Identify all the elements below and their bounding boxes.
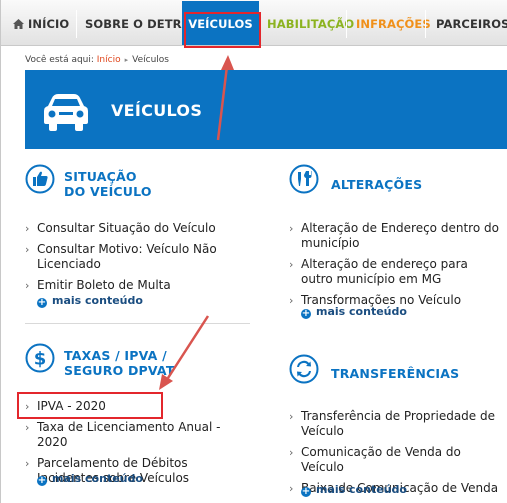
section-divider	[25, 323, 250, 324]
nav-divider	[76, 10, 77, 38]
chevron-right-icon: ›	[25, 222, 30, 235]
chevron-right-icon: ›	[289, 482, 294, 495]
section-title-taxas: TAXAS / IPVA / SEGURO DPVAT	[64, 348, 175, 378]
list-item[interactable]: › Emitir Boleto de Multa	[25, 278, 250, 293]
link-label: Transferência de Propriedade de Veículo	[301, 409, 495, 438]
breadcrumb-prefix: Você está aqui:	[25, 55, 94, 65]
section-title-transferencias: TRANSFERÊNCIAS	[331, 366, 460, 381]
section-title-alteracoes: ALTERAÇÕES	[331, 177, 423, 192]
link-label: Alteração de Endereço dentro do municípi…	[301, 221, 499, 250]
section-title-line: SITUAÇÃO	[64, 169, 137, 184]
more-content-link[interactable]: + mais conteúdo	[301, 483, 407, 497]
breadcrumb-current: Veículos	[132, 55, 169, 65]
section-title-line: DO VEÍCULO	[64, 184, 152, 199]
link-label: Emitir Boleto de Multa	[37, 278, 171, 292]
list-item[interactable]: › Alteração de Endereço dentro do municíp…	[289, 221, 499, 251]
more-label: mais conteúdo	[52, 294, 143, 307]
breadcrumb-home-link[interactable]: Início	[97, 55, 121, 65]
plus-icon: +	[37, 475, 47, 486]
nav-item-parceiros[interactable]: PARCEIROS CR	[436, 0, 507, 46]
highlight-box-ipva	[17, 392, 163, 419]
plus-icon: +	[37, 297, 47, 308]
section-title-line: TAXAS / IPVA /	[64, 348, 167, 363]
plus-icon: +	[301, 486, 311, 497]
nav-item-label: INÍCIO	[28, 17, 70, 31]
link-label: Alteração de endereço para outro municíp…	[301, 257, 468, 286]
svg-text:$: $	[34, 349, 47, 370]
situacao-links: › Consultar Situação do Veículo › Consulta…	[25, 221, 250, 299]
more-label: mais conteúdo	[316, 305, 407, 318]
list-item[interactable]: › Taxa de Licenciamento Anual - 2020	[25, 420, 250, 450]
chevron-right-icon: ›	[289, 258, 294, 271]
chevron-right-icon: ›	[25, 457, 30, 470]
chevron-right-icon: ›	[289, 222, 294, 235]
link-label: Consultar Situação do Veículo	[37, 221, 216, 235]
list-item[interactable]: › Alteração de endereço para outro municí…	[289, 257, 499, 287]
chevron-right-icon: ›	[25, 243, 30, 256]
more-label: mais conteúdo	[52, 472, 143, 485]
transfer-car-icon	[289, 354, 319, 388]
link-label: Comunicação de Venda do Veículo	[301, 445, 461, 474]
chevron-right-icon: ›	[289, 410, 294, 423]
nav-divider	[425, 10, 426, 38]
section-title-situacao: SITUAÇÃO DO VEÍCULO	[64, 169, 152, 199]
dollar-icon: $	[25, 343, 55, 377]
thumbs-up-car-icon	[25, 164, 55, 198]
chevron-right-icon: ›	[25, 279, 30, 292]
chevron-right-icon: ›	[289, 446, 294, 459]
link-label: Consultar Motivo: Veículo Não Licenciado	[37, 242, 217, 271]
more-content-link[interactable]: + mais conteúdo	[37, 294, 143, 308]
chevron-right-icon: ›	[25, 421, 30, 434]
link-label: Taxa de Licenciamento Anual - 2020	[37, 420, 221, 449]
alteracoes-links: › Alteração de Endereço dentro do municíp…	[289, 221, 499, 314]
list-item[interactable]: › Comunicação de Venda do Veículo	[289, 445, 499, 475]
nav-item-inicio[interactable]: INÍCIO	[13, 0, 69, 46]
list-item[interactable]: › Transferência de Propriedade de Veículo	[289, 409, 499, 439]
page-title: VEÍCULOS	[111, 101, 203, 120]
list-item[interactable]: › Consultar Situação do Veículo	[25, 221, 250, 236]
section-title-line: SEGURO DPVAT	[64, 363, 175, 378]
breadcrumb-separator: ▸	[124, 56, 129, 64]
nav-item-infracoes[interactable]: INFRAÇÕES	[356, 0, 431, 46]
breadcrumb: Você está aqui: Início ▸ Veículos	[25, 55, 169, 65]
nav-item-habilitacao[interactable]: HABILITAÇÃO	[267, 0, 354, 46]
plus-icon: +	[301, 308, 311, 319]
page-banner: VEÍCULOS	[25, 70, 507, 149]
arrow-head-to-veiculos	[221, 55, 234, 70]
list-item[interactable]: › Consultar Motivo: Veículo Não Licenciad…	[25, 242, 250, 272]
more-content-link[interactable]: + mais conteúdo	[37, 472, 143, 486]
chevron-right-icon: ›	[289, 294, 294, 307]
home-icon	[13, 1, 24, 49]
page-frame: INÍCIO SOBRE O DETRAN VEÍCULOS HABILITAÇ…	[0, 0, 507, 503]
more-content-link[interactable]: + mais conteúdo	[301, 305, 407, 319]
tools-icon	[289, 164, 319, 198]
nav-divider	[346, 10, 347, 38]
car-icon	[42, 92, 90, 136]
more-label: mais conteúdo	[316, 483, 407, 496]
highlight-box-veiculos	[184, 12, 261, 48]
